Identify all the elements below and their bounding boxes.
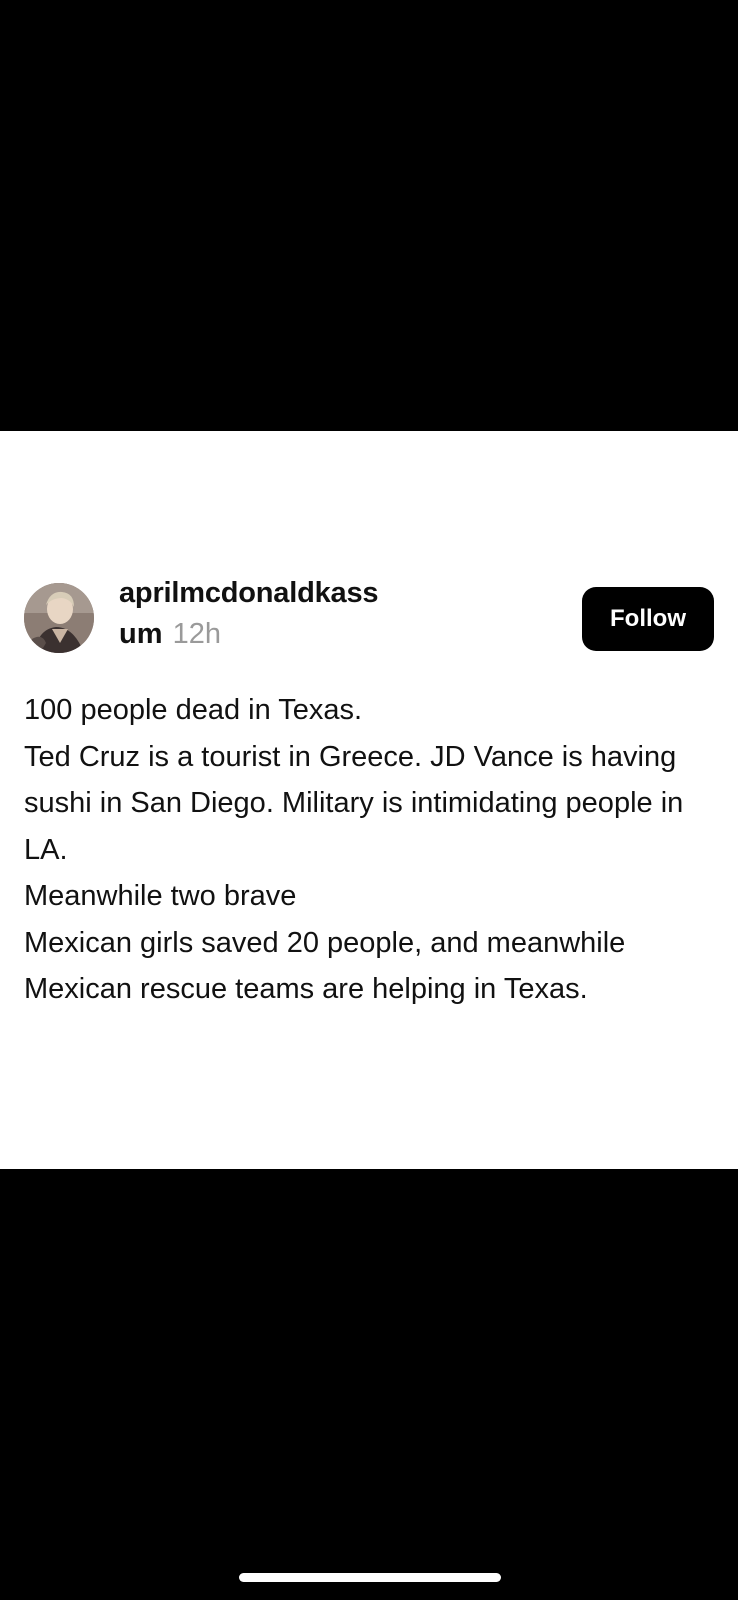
post-line: Mexican girls saved 20 people, and meanw… (24, 926, 626, 1006)
author-info: aprilmcdonaldkass um 12h (119, 573, 439, 655)
post-line: 100 people dead in Texas. (24, 694, 363, 726)
screen: aprilmcdonaldkass um 12h Follow 100 peop… (0, 0, 738, 1600)
post-line: Meanwhile two brave (24, 880, 297, 912)
avatar[interactable] (24, 583, 94, 653)
username[interactable]: aprilmcdonaldkass (119, 573, 439, 614)
post-line: Ted Cruz is a tourist in Greece. JD Vanc… (24, 740, 684, 866)
post-text: 100 people dead in Texas. Ted Cruz is a … (24, 687, 714, 1013)
post-card: aprilmcdonaldkass um 12h Follow 100 peop… (0, 431, 738, 1169)
post-header: aprilmcdonaldkass um 12h Follow (0, 577, 738, 661)
post-timestamp: 12h (172, 618, 221, 650)
username-wrap[interactable]: um (119, 618, 163, 650)
avatar-photo-icon (24, 583, 94, 653)
follow-button[interactable]: Follow (582, 587, 714, 651)
username-continued: um 12h (119, 614, 439, 655)
home-indicator[interactable] (239, 1573, 501, 1582)
